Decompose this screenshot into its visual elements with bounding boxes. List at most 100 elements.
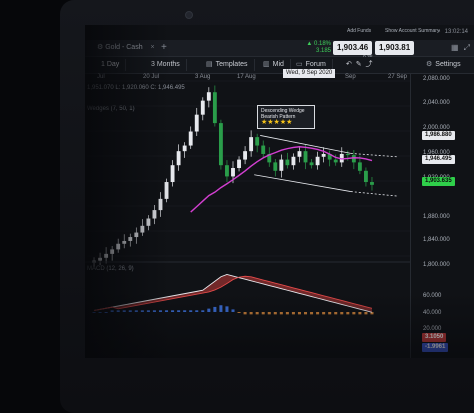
candle-body [261, 145, 266, 154]
macd-value-tag: 3.1050 [422, 333, 447, 342]
candle-body [345, 153, 350, 156]
macd-tick: 60.000 [423, 293, 442, 299]
candle-body [351, 155, 356, 163]
macd-histogram-bar [207, 308, 211, 312]
candle-body [231, 168, 235, 177]
macd-histogram-bar [98, 312, 102, 313]
candle-body [158, 198, 163, 211]
y-tick: 1,840.000 [423, 237, 450, 243]
candle-body [243, 151, 248, 160]
expand-icon[interactable]: ⤢ [464, 43, 470, 53]
pattern-rating: ★★★★★ [261, 119, 293, 126]
candle-body [255, 137, 260, 146]
macd-histogram-bar [177, 310, 181, 312]
macd-histogram-bar [237, 312, 241, 313]
macd-histogram-bar [92, 312, 96, 313]
screen: ◔ 13:02:14 ⚙ Gold - Cash × + ▲ 0.18% 3.1… [85, 25, 474, 358]
candle-body [249, 137, 254, 152]
macd-histogram-bar [134, 310, 138, 312]
macd-histogram-bar [285, 312, 289, 315]
macd-tick: 40.000 [423, 310, 442, 316]
macd-histogram-bar [122, 310, 126, 312]
macd-histogram-bar [346, 312, 350, 315]
macd-histogram-bar [110, 310, 114, 312]
candle-body [104, 253, 109, 258]
candle-body [98, 257, 102, 261]
candle-body [170, 165, 175, 183]
candle-body [122, 240, 127, 244]
settings-label: Settings [435, 61, 461, 68]
wedge-lower-line [254, 174, 351, 192]
macd-histogram-bar [249, 312, 253, 315]
signal-line [93, 275, 373, 311]
macd-histogram-bar [195, 310, 199, 312]
pattern-annotation[interactable]: Descending Wedge Bearish Pattern ★★★★★ [257, 105, 315, 129]
macd-histogram-bar [189, 310, 193, 312]
macd-histogram-bar [340, 312, 344, 315]
macd-histogram-bar [140, 310, 144, 312]
macd-histogram-bar [146, 310, 150, 312]
status-time: 13:02:14 [444, 29, 468, 35]
layout-icon[interactable]: ▦ [451, 43, 459, 53]
close-price-tag: 1,946.495 [422, 155, 455, 164]
macd-histogram-bar [104, 312, 108, 313]
candle-body [303, 151, 308, 163]
macd-histogram-bar [231, 309, 235, 312]
gear-icon: ⚙ [426, 61, 433, 68]
candle-body [273, 162, 278, 171]
candle-body [333, 159, 338, 163]
candle-body [152, 210, 157, 219]
macd-cloud [94, 274, 372, 313]
candle-body [291, 156, 296, 166]
signal-value-tag: -1.9961 [422, 343, 449, 352]
macd-histogram-bar [225, 306, 229, 312]
macd-histogram-bar [334, 312, 338, 315]
macd-histogram-bar [273, 312, 277, 315]
macd-histogram-bar [364, 312, 368, 315]
macd-histogram-bar [304, 312, 308, 315]
macd-histogram-bar [219, 305, 223, 312]
macd-histogram-bar [279, 312, 283, 315]
macd-histogram-bar [183, 310, 187, 312]
macd-histogram-bar [116, 310, 120, 312]
macd-line [93, 274, 373, 313]
macd-histogram-bar [352, 312, 356, 315]
candle-body [212, 92, 217, 124]
candle-body [200, 100, 205, 115]
candle-body [218, 123, 223, 166]
macd-histogram-bar [158, 310, 162, 312]
camera-icon [185, 11, 193, 19]
candle-body [297, 151, 302, 157]
candle-body [128, 237, 133, 241]
price-chart[interactable] [85, 25, 410, 358]
y-axis: 2,080.000 2,040.000 2,000.000 1,960.000 … [410, 73, 474, 358]
macd-histogram-bar [261, 312, 265, 315]
candle-body [110, 249, 115, 254]
candle-body [285, 159, 290, 166]
high-price-tag: 1,986.880 [422, 131, 455, 140]
candle-body [116, 243, 121, 250]
macd-histogram-bar [328, 312, 332, 315]
candle-body [146, 218, 151, 226]
current-price-tag: 1,903.635 [422, 177, 455, 186]
macd-histogram-bar [165, 310, 169, 312]
candle-body [364, 170, 368, 183]
y-tick: 2,080.000 [423, 76, 450, 82]
macd-histogram-bar [213, 306, 217, 312]
settings-button[interactable]: ⚙ Settings [420, 59, 467, 71]
macd-histogram-bar [291, 312, 295, 315]
y-tick: 1,880.000 [423, 214, 450, 220]
macd-histogram-bar [310, 312, 314, 315]
macd-histogram-bar [322, 312, 326, 315]
macd-histogram-bar [152, 310, 156, 312]
candle-body [309, 162, 314, 166]
candle-body [357, 162, 362, 171]
macd-tick: 20.000 [423, 326, 442, 332]
macd-histogram-bar [243, 312, 247, 315]
y-tick: 2,040.000 [423, 100, 450, 106]
macd-histogram-bar [171, 310, 175, 312]
candle-body [206, 92, 211, 101]
tab-icons: ▦ ⤢ [451, 43, 470, 53]
candle-body [370, 182, 374, 185]
candle-body [315, 156, 320, 166]
